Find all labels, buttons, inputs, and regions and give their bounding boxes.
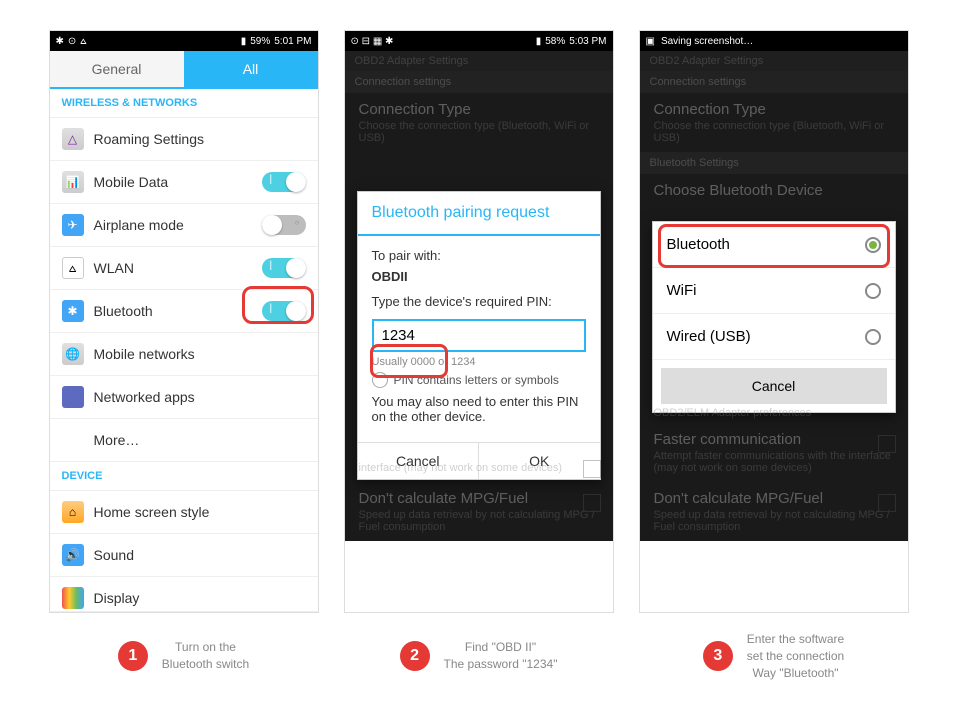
phone-3-connection-type: ▣ Saving screenshot… OBD2 Adapter Settin… <box>639 30 909 613</box>
caption-3: 3 Enter the software set the connection … <box>639 631 909 681</box>
option-wired[interactable]: Wired (USB) <box>653 314 895 360</box>
setting-wlan[interactable]: ⩟ WLAN <box>50 247 318 290</box>
setting-bluetooth[interactable]: ✱ Bluetooth <box>50 290 318 333</box>
mpg-item[interactable]: Don't calculate MPG/Fuel Speed up data r… <box>640 482 908 541</box>
setting-home-screen[interactable]: ⌂ Home screen style <box>50 491 318 534</box>
battery-label: 59% <box>250 36 270 47</box>
setting-airplane[interactable]: ✈ Airplane mode <box>50 204 318 247</box>
wlan-switch[interactable] <box>262 258 306 278</box>
sound-icon: 🔊 <box>62 544 84 566</box>
signal-icon: ▮ <box>536 36 542 47</box>
pref-label: OBD2/ELM Adapter preferences <box>640 403 908 423</box>
time-label: 5:01 PM <box>274 36 311 47</box>
setting-sound[interactable]: 🔊 Sound <box>50 534 318 577</box>
pairing-dialog: Bluetooth pairing request To pair with: … <box>357 191 601 480</box>
status-bar: ▣ Saving screenshot… <box>640 31 908 51</box>
signal-icon: ▮ <box>241 36 247 47</box>
cancel-button[interactable]: Cancel <box>661 368 887 404</box>
radio-bluetooth[interactable] <box>865 237 881 253</box>
faster-checkbox[interactable] <box>583 460 601 478</box>
roaming-icon: △ <box>62 128 84 150</box>
pin-input[interactable] <box>372 319 586 352</box>
phone-2-pairing: ⊙ ⊟ ▦ ✱ ▮58%5:03 PM OBD2 Adapter Setting… <box>344 30 614 613</box>
mobile-data-icon: 📊 <box>62 171 84 193</box>
tab-all[interactable]: All <box>184 51 318 87</box>
tab-general[interactable]: General <box>50 51 184 87</box>
mpg-checkbox[interactable] <box>583 494 601 512</box>
display-icon <box>62 587 84 609</box>
device-name: OBDII <box>372 269 586 284</box>
step-number: 1 <box>118 641 148 671</box>
setting-display[interactable]: Display <box>50 577 318 612</box>
saving-label: Saving screenshot… <box>661 36 753 47</box>
bluetooth-switch[interactable] <box>262 301 306 321</box>
wifi-icon: ⩟ <box>80 36 86 47</box>
pin-letters-checkbox[interactable]: PIN contains letters or symbols <box>372 372 586 388</box>
mobile-data-switch[interactable] <box>262 172 306 192</box>
wlan-icon: ⩟ <box>62 257 84 279</box>
tabs: General All <box>50 51 318 89</box>
faster-checkbox[interactable] <box>878 435 896 453</box>
pair-with-label: To pair with: <box>372 248 586 263</box>
faster-item[interactable]: Faster communication Attempt faster comm… <box>640 423 908 482</box>
networked-apps-icon <box>62 386 84 408</box>
pin-prompt: Type the device's required PIN: <box>372 294 586 309</box>
setting-mobile-data[interactable]: 📊 Mobile Data <box>50 161 318 204</box>
section-connection: Connection settings <box>640 71 908 93</box>
radio-wired[interactable] <box>865 329 881 345</box>
pin-note: You may also need to enter this PIN on t… <box>372 394 586 424</box>
section-connection: Connection settings <box>345 71 613 93</box>
radio-wifi[interactable] <box>865 283 881 299</box>
dialog-title: Bluetooth pairing request <box>358 192 600 236</box>
setting-mobile-networks[interactable]: 🌐 Mobile networks <box>50 333 318 376</box>
step-number: 3 <box>703 641 733 671</box>
section-device: DEVICE <box>50 462 318 491</box>
breadcrumb: OBD2 Adapter Settings <box>640 51 908 71</box>
image-icon: ▣ <box>646 36 655 47</box>
choose-device-item[interactable]: Choose Bluetooth Device <box>640 174 908 207</box>
clock-icon: ⊙ <box>68 36 76 47</box>
option-bluetooth[interactable]: Bluetooth <box>653 222 895 268</box>
phone-1-settings: ✱ ⊙ ⩟ ▮59% 5:01 PM General All WIRELESS & N… <box>49 30 319 613</box>
airplane-switch[interactable] <box>262 215 306 235</box>
setting-roaming[interactable]: △ Roaming Settings <box>50 118 318 161</box>
step-number: 2 <box>400 641 430 671</box>
option-wifi[interactable]: WiFi <box>653 268 895 314</box>
checkbox-icon <box>372 372 388 388</box>
mpg-item[interactable]: Don't calculate MPG/Fuel Speed up data r… <box>345 482 613 541</box>
section-wireless: WIRELESS & NETWORKS <box>50 89 318 118</box>
bluetooth-icon: ✱ <box>56 36 64 47</box>
status-bar: ⊙ ⊟ ▦ ✱ ▮58%5:03 PM <box>345 31 613 51</box>
breadcrumb: OBD2 Adapter Settings <box>345 51 613 71</box>
pin-hint: Usually 0000 or 1234 <box>372 356 586 368</box>
mpg-checkbox[interactable] <box>878 494 896 512</box>
mobile-networks-icon: 🌐 <box>62 343 84 365</box>
bluetooth-icon: ✱ <box>62 300 84 322</box>
airplane-icon: ✈ <box>62 214 84 236</box>
connection-type-item[interactable]: Connection Type Choose the connection ty… <box>640 93 908 152</box>
home-icon: ⌂ <box>62 501 84 523</box>
icons: ⊙ ⊟ ▦ ✱ <box>351 36 394 47</box>
connection-type-dialog: Bluetooth WiFi Wired (USB) Cancel <box>652 221 896 413</box>
setting-more[interactable]: More… <box>50 419 318 462</box>
caption-1: 1 Turn on the Bluetooth switch <box>49 631 319 681</box>
caption-2: 2 Find "OBD II" The password "1234" <box>344 631 614 681</box>
setting-networked-apps[interactable]: Networked apps <box>50 376 318 419</box>
section-bluetooth: Bluetooth Settings <box>640 152 908 174</box>
status-bar: ✱ ⊙ ⩟ ▮59% 5:01 PM <box>50 31 318 51</box>
faster-item[interactable]: interface (may not work on some devices) <box>345 452 613 482</box>
connection-type-item[interactable]: Connection Type Choose the connection ty… <box>345 93 613 152</box>
